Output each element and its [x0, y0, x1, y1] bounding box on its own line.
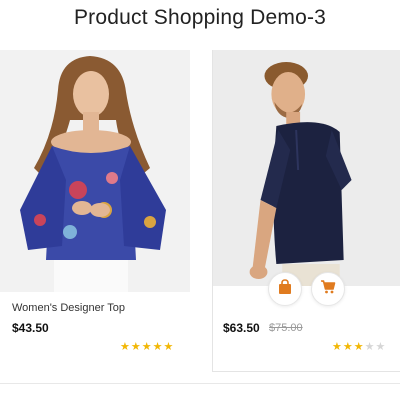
product-old-price: $75.00	[269, 322, 303, 334]
star-icon: ★	[141, 341, 153, 353]
product-image[interactable]	[213, 50, 400, 286]
shopping-bag-icon	[277, 278, 293, 300]
shopping-cart-icon	[320, 279, 336, 300]
page-title: Product Shopping Demo-3	[73, 6, 327, 29]
product-price: $43.50	[12, 321, 49, 335]
star-icon: ★	[120, 341, 131, 353]
add-to-cart-button[interactable]	[311, 272, 345, 306]
star-icon: ★	[152, 341, 164, 353]
add-to-bag-button[interactable]	[268, 272, 302, 306]
rating-stars: ★★★★★	[332, 340, 386, 353]
star-icon: ★	[353, 341, 365, 353]
star-icon: ★	[163, 341, 175, 353]
star-icon: ★	[130, 341, 142, 353]
star-icon: ★	[375, 341, 387, 353]
star-icon: ★	[364, 341, 376, 353]
product-card[interactable]: $63.50 $75.00 ★★★★★	[212, 50, 400, 372]
rating-stars: ★★★★★	[120, 340, 174, 353]
star-icon: ★	[332, 341, 343, 353]
star-icon: ★	[342, 341, 354, 353]
product-card[interactable]: Women's Designer Top $43.50 ★★★★★	[0, 50, 190, 360]
product-image[interactable]	[0, 50, 190, 292]
product-name[interactable]: Women's Designer Top	[12, 302, 125, 314]
divider	[0, 383, 400, 384]
product-price: $63.50	[223, 321, 260, 335]
